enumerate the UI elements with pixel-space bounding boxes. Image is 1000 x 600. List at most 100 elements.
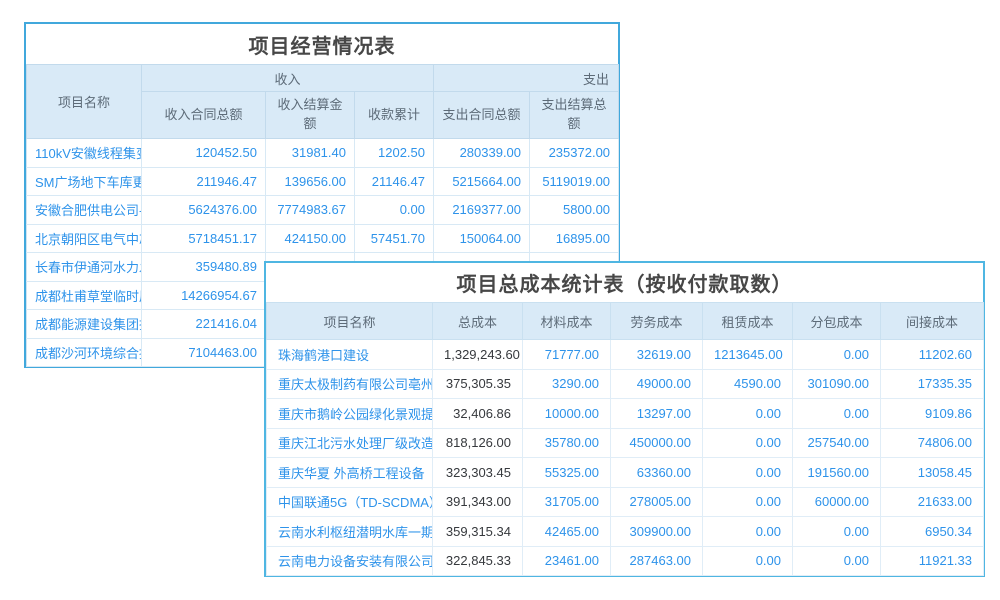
table1-header-expense-group: 支出 (434, 65, 619, 92)
table2-header-row: 项目名称 总成本 材料成本 劳务成本 租赁成本 分包成本 间接成本 (267, 303, 984, 340)
cell: 0.00 (793, 517, 881, 547)
cell: 55325.00 (523, 458, 611, 488)
table-row: 北京朝阳区电气中芯特 5718451.17 424150.00 57451.70… (27, 224, 619, 253)
cell-project-name: 成都杜甫草堂临时展厅 (27, 281, 142, 310)
cell: 4590.00 (703, 369, 793, 399)
cell-project-name: 云南电力设备安装有限公司 (267, 546, 433, 576)
cell: 424150.00 (266, 224, 355, 253)
cell-total-cost: 323,303.45 (433, 458, 523, 488)
cell: 7774983.67 (266, 196, 355, 225)
cell: 5718451.17 (142, 224, 266, 253)
table2-header-indirect: 间接成本 (881, 303, 984, 340)
cell-project-name: 成都沙河环境综合提升 (27, 338, 142, 367)
cell-project-name: 重庆华夏 外高桥工程设备 (267, 458, 433, 488)
cell: 235372.00 (530, 139, 619, 168)
table-row: 重庆江北污水处理厂级改造 818,126.00 35780.00 450000.… (267, 428, 984, 458)
cell: 257540.00 (793, 428, 881, 458)
cell: 0.00 (793, 546, 881, 576)
cell: 17335.35 (881, 369, 984, 399)
cell: 0.00 (703, 546, 793, 576)
table-row: 重庆市鹅岭公园绿化景观提 32,406.86 10000.00 13297.00… (267, 399, 984, 429)
table1-header-income-settle: 收入结算金额 (266, 92, 355, 139)
table-row: 重庆华夏 外高桥工程设备 323,303.45 55325.00 63360.0… (267, 458, 984, 488)
cell: 0.00 (703, 458, 793, 488)
table1-header-project: 项目名称 (27, 65, 142, 139)
cell: 0.00 (703, 517, 793, 547)
cell-total-cost: 375,305.35 (433, 369, 523, 399)
table2-header-subcontract: 分包成本 (793, 303, 881, 340)
table1-header-income-group: 收入 (142, 65, 434, 92)
cell: 16895.00 (530, 224, 619, 253)
cell-project-name: 中国联通5G（TD-SCDMA） (267, 487, 433, 517)
project-total-cost-table: 项目名称 总成本 材料成本 劳务成本 租赁成本 分包成本 间接成本 珠海鹤港口建… (266, 302, 984, 576)
table-row: 云南水利枢纽潜明水库一期 359,315.34 42465.00 309900.… (267, 517, 984, 547)
cell: 359480.89 (142, 253, 266, 282)
cell: 13058.45 (881, 458, 984, 488)
cell-project-name: 110kV安徽线程集变开闭 (27, 139, 142, 168)
cell-project-name: 安徽合肥供电公司--配电 (27, 196, 142, 225)
cell-total-cost: 1,329,243.60 (433, 340, 523, 370)
cell: 42465.00 (523, 517, 611, 547)
cell: 211946.47 (142, 167, 266, 196)
cell: 450000.00 (611, 428, 703, 458)
cell: 120452.50 (142, 139, 266, 168)
cell-project-name: 重庆太极制药有限公司亳州 (267, 369, 433, 399)
cell: 31705.00 (523, 487, 611, 517)
table1-header-expense-settle: 支出结算总额 (530, 92, 619, 139)
cell: 0.00 (793, 340, 881, 370)
table2-header-lease: 租赁成本 (703, 303, 793, 340)
table2-header-labor: 劳务成本 (611, 303, 703, 340)
cell: 60000.00 (793, 487, 881, 517)
cell: 1202.50 (355, 139, 434, 168)
cell: 1213645.00 (703, 340, 793, 370)
cell: 71777.00 (523, 340, 611, 370)
cell: 309900.00 (611, 517, 703, 547)
cell: 150064.00 (434, 224, 530, 253)
table1-header-income-contract: 收入合同总额 (142, 92, 266, 139)
table1-header-receipt-total: 收款累计 (355, 92, 434, 139)
table2-header-material: 材料成本 (523, 303, 611, 340)
table2-header-total: 总成本 (433, 303, 523, 340)
cell: 21633.00 (881, 487, 984, 517)
cell: 301090.00 (793, 369, 881, 399)
cell-project-name: 北京朝阳区电气中芯特 (27, 224, 142, 253)
table-row: 珠海鹤港口建设 1,329,243.60 71777.00 32619.00 1… (267, 340, 984, 370)
table-row: 云南电力设备安装有限公司 322,845.33 23461.00 287463.… (267, 546, 984, 576)
cell-total-cost: 359,315.34 (433, 517, 523, 547)
cell-total-cost: 391,343.00 (433, 487, 523, 517)
project-total-cost-table-card: 项目总成本统计表（按收付款取数） 项目名称 总成本 材料成本 劳务成本 租赁成本… (264, 261, 985, 577)
cell-total-cost: 818,126.00 (433, 428, 523, 458)
cell-project-name: 重庆市鹅岭公园绿化景观提 (267, 399, 433, 429)
cell: 57451.70 (355, 224, 434, 253)
cell-project-name: SM广场地下车库更换排水 (27, 167, 142, 196)
table2-title: 项目总成本统计表（按收付款取数） (266, 263, 983, 302)
cell: 191560.00 (793, 458, 881, 488)
table-row: 安徽合肥供电公司--配电 5624376.00 7774983.67 0.00 … (27, 196, 619, 225)
cell: 21146.47 (355, 167, 434, 196)
cell-project-name: 重庆江北污水处理厂级改造 (267, 428, 433, 458)
cell-project-name: 成都能源建设集团投资 (27, 310, 142, 339)
cell: 3290.00 (523, 369, 611, 399)
table1-group-header-row: 项目名称 收入 支出 (27, 65, 619, 92)
cell: 32619.00 (611, 340, 703, 370)
table1-title: 项目经营情况表 (26, 24, 618, 64)
cell: 11921.33 (881, 546, 984, 576)
cell: 23461.00 (523, 546, 611, 576)
cell: 14266954.67 (142, 281, 266, 310)
table-row: 中国联通5G（TD-SCDMA） 391,343.00 31705.00 278… (267, 487, 984, 517)
cell: 6950.34 (881, 517, 984, 547)
cell: 31981.40 (266, 139, 355, 168)
cell: 280339.00 (434, 139, 530, 168)
cell: 10000.00 (523, 399, 611, 429)
cell: 63360.00 (611, 458, 703, 488)
table1-header-expense-contract: 支出合同总额 (434, 92, 530, 139)
cell-project-name: 长春市伊通河水力发电 (27, 253, 142, 282)
table-row: 重庆太极制药有限公司亳州 375,305.35 3290.00 49000.00… (267, 369, 984, 399)
cell: 5800.00 (530, 196, 619, 225)
cell: 0.00 (703, 399, 793, 429)
cell: 5119019.00 (530, 167, 619, 196)
cell-total-cost: 322,845.33 (433, 546, 523, 576)
cell: 13297.00 (611, 399, 703, 429)
cell: 221416.04 (142, 310, 266, 339)
cell: 11202.60 (881, 340, 984, 370)
